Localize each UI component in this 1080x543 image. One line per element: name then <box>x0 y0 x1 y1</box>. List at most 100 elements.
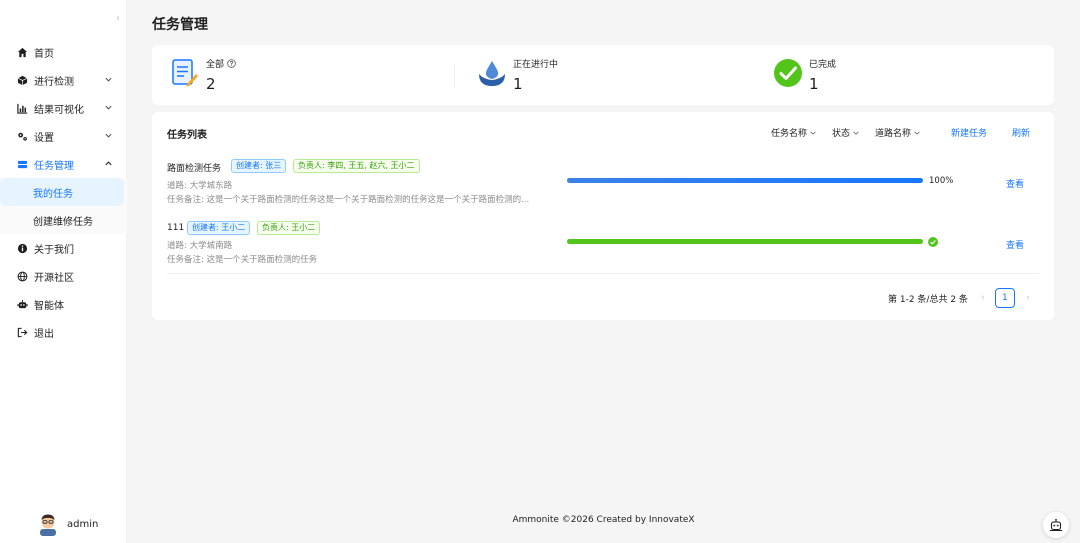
sidebar-collapse-button[interactable]: ‹ <box>111 11 125 27</box>
sidebar-item-logout[interactable]: 退出 <box>0 318 127 346</box>
page-title: 任务管理 <box>152 17 208 33</box>
chevron-down-icon <box>105 77 112 82</box>
sidebar-item-label: 退出 <box>34 328 54 340</box>
bar-chart-icon <box>17 103 28 114</box>
stat-label-text: 全部 <box>206 60 225 70</box>
task-name: 路面检测任务 <box>167 164 222 174</box>
home-icon <box>17 47 28 58</box>
filter-label: 道路名称 <box>875 129 912 139</box>
view-task-button[interactable]: 查看 <box>1006 238 1024 251</box>
filter-status[interactable]: 状态 <box>832 126 860 139</box>
sidebar-item-settings[interactable]: 设置 <box>0 122 127 150</box>
chevron-down-icon <box>810 131 816 135</box>
sidebar-item-about[interactable]: 关于我们 <box>0 234 127 262</box>
footer: Ammonite ©2026 Created by InnovateX <box>512 515 695 525</box>
chevron-down-icon <box>105 105 112 110</box>
pagination-summary: 第 1-2 条/总共 2 条 <box>888 294 968 305</box>
robot-icon <box>1050 518 1062 531</box>
stat-all-value: 2 <box>206 75 216 93</box>
task-road: 道路: 大学城东路 <box>167 181 233 191</box>
sidebar-item-agent[interactable]: 智能体 <box>0 290 127 318</box>
stat-in-progress-label: 正在进行中 <box>513 60 559 70</box>
sidebar-item-label: 开源社区 <box>34 272 74 284</box>
sidebar-item-community[interactable]: 开源社区 <box>0 262 127 290</box>
sidebar-item-label: 关于我们 <box>34 244 74 256</box>
sidebar-item-visualization[interactable]: 结果可视化 <box>0 94 127 122</box>
task-name: 111 <box>167 223 185 233</box>
refresh-button[interactable]: 刷新 <box>1012 126 1030 139</box>
pagination: 第 1-2 条/总共 2 条 ‹ 1 › <box>888 288 1033 308</box>
sidebar-item-detect[interactable]: 进行检测 <box>0 66 127 94</box>
sidebar-item-label: 首页 <box>34 48 54 60</box>
task-list-title: 任务列表 <box>167 130 207 141</box>
sidebar-item-label: 设置 <box>34 132 54 144</box>
progress-text: 100% <box>929 176 954 186</box>
user-profile[interactable]: admin <box>37 512 98 536</box>
sidebar-item-home[interactable]: 首页 <box>0 38 127 66</box>
sidebar-item-label: 进行检测 <box>34 76 74 88</box>
avatar <box>40 514 56 536</box>
next-page-icon[interactable]: › <box>1023 293 1033 303</box>
chevron-down-icon <box>105 133 112 138</box>
robot-icon <box>17 299 28 310</box>
document-edit-icon <box>172 59 198 87</box>
stat-all: 全部 2 <box>170 55 370 95</box>
creator-tag: 创建者: 张三 <box>231 159 287 173</box>
chevron-down-icon <box>914 131 920 135</box>
water-drop-icon <box>479 61 505 86</box>
creator-tag: 创建者: 王小二 <box>187 221 251 235</box>
logout-icon <box>17 327 28 338</box>
prev-page-icon[interactable]: ‹ <box>978 293 988 303</box>
assignee-tag: 负责人: 李四, 王五, 赵六, 王小二 <box>293 159 420 173</box>
page-1-button[interactable]: 1 <box>994 288 1015 308</box>
info-icon <box>17 243 28 254</box>
check-circle-icon <box>928 237 938 247</box>
assignee-tag: 负责人: 王小二 <box>257 221 321 235</box>
sidebar-item-label: 智能体 <box>34 300 64 312</box>
gears-icon <box>17 131 28 142</box>
database-icon <box>17 159 28 170</box>
stat-in-progress-value: 1 <box>513 75 523 93</box>
filter-label: 状态 <box>832 129 851 139</box>
sidebar-subitem-create-repair-task[interactable]: 创建维修任务 <box>0 206 127 234</box>
filter-label: 任务名称 <box>771 129 808 139</box>
task-row: 111 创建者: 王小二 负责人: 王小二 道路: 大学城南路 任务备注: 这是… <box>167 221 1039 269</box>
list-divider <box>167 273 1039 274</box>
stat-completed-label: 已完成 <box>809 60 837 70</box>
sidebar-item-task-management[interactable]: 任务管理 <box>0 150 127 178</box>
task-road: 道路: 大学城南路 <box>167 241 233 251</box>
sidebar-menu: 首页 进行检测 结果可视化 设置 任务管理 我的任务 创建维修任务 关于我们 开… <box>0 38 127 346</box>
stat-completed-value: 1 <box>809 75 819 93</box>
cube-icon <box>17 75 28 86</box>
stats-card: 全部 2 正在进行中 1 已完成 1 <box>152 45 1054 105</box>
progress-fill <box>567 239 923 244</box>
task-submenu: 我的任务 创建维修任务 <box>0 178 127 234</box>
check-circle-icon <box>774 59 802 87</box>
task-list-card: 任务列表 任务名称 状态 道路名称 新建任务 刷新 路面检测任务 创建者: 张三… <box>152 112 1054 320</box>
sidebar-item-label: 结果可视化 <box>34 104 84 116</box>
task-row: 路面检测任务 创建者: 张三 负责人: 李四, 王五, 赵六, 王小二 道路: … <box>167 159 1039 207</box>
sidebar: ‹ 首页 进行检测 结果可视化 设置 任务管理 我的任务 创建维修任务 关于我们… <box>0 0 127 543</box>
progress-fill <box>567 178 923 183</box>
globe-icon <box>17 271 28 282</box>
new-task-button[interactable]: 新建任务 <box>951 126 987 139</box>
main-content: 任务管理 全部 2 正在进行中 1 已完成 1 任务列表 任务名称 状态 道路名… <box>127 0 1080 543</box>
filter-task-name[interactable]: 任务名称 <box>771 126 817 139</box>
user-name: admin <box>67 518 99 530</box>
task-note: 任务备注: 这是一个关于路面检测的任务 <box>167 255 318 265</box>
stat-completed: 已完成 1 <box>773 55 973 95</box>
chevron-up-icon <box>105 161 112 166</box>
task-note: 任务备注: 这是一个关于路面检测的任务这是一个关于路面检测的任务这是一个关于路面… <box>167 195 530 205</box>
sidebar-item-label: 任务管理 <box>34 160 74 172</box>
stat-divider <box>454 63 455 89</box>
filter-road-name[interactable]: 道路名称 <box>875 126 921 139</box>
chevron-down-icon <box>853 131 859 135</box>
task-progress-bar <box>567 239 923 244</box>
sidebar-subitem-my-tasks[interactable]: 我的任务 <box>0 178 124 206</box>
stat-in-progress: 正在进行中 1 <box>477 55 677 95</box>
view-task-button[interactable]: 查看 <box>1006 177 1024 190</box>
task-progress-bar <box>567 178 923 183</box>
assistant-float-button[interactable] <box>1043 512 1069 538</box>
question-circle-icon[interactable] <box>227 59 236 68</box>
stat-all-label: 全部 <box>206 57 236 70</box>
